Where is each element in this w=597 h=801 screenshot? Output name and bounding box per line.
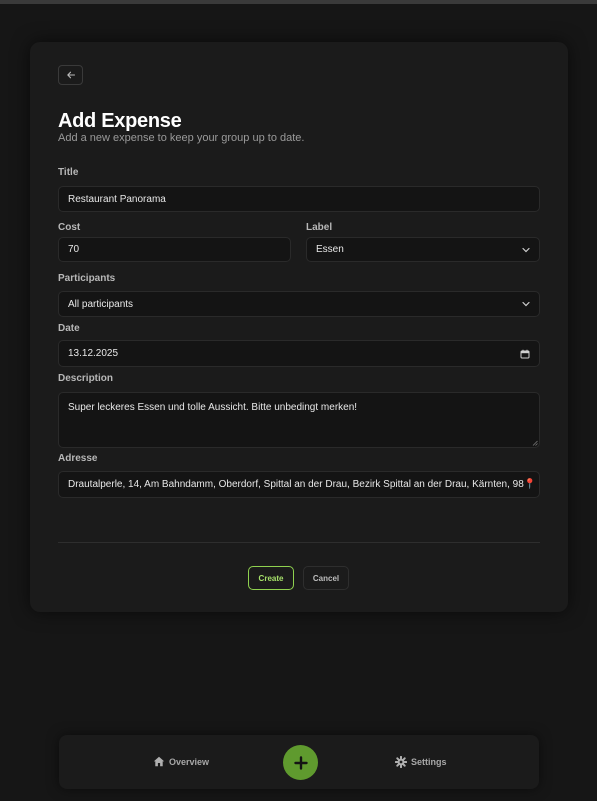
page-title: Add Expense: [58, 110, 182, 132]
form-divider: [58, 542, 540, 543]
cancel-button[interactable]: Cancel: [303, 566, 349, 590]
title-input-value: Restaurant Panorama: [68, 193, 166, 205]
date-input[interactable]: 13.12.2025: [58, 340, 540, 367]
chevron-down-icon: [522, 247, 530, 252]
nav-overview-label: Overview: [169, 756, 210, 767]
nav-overview[interactable]: Overview: [153, 756, 209, 767]
plus-icon: [293, 755, 308, 770]
label-select[interactable]: Essen: [306, 237, 540, 262]
cost-label: Cost: [58, 222, 81, 233]
description-textarea[interactable]: Super leckeres Essen und tolle Aussicht.…: [58, 392, 540, 448]
chevron-down-icon: [522, 301, 530, 307]
title-label: Title: [58, 167, 79, 178]
add-expense-fab[interactable]: [283, 745, 318, 780]
cost-input[interactable]: 70: [58, 237, 291, 262]
gear-icon: [395, 756, 407, 768]
date-input-value: 13.12.2025: [68, 348, 119, 359]
create-button[interactable]: Create: [248, 566, 294, 590]
label-label: Label: [306, 222, 333, 233]
nav-settings[interactable]: Settings: [395, 756, 447, 768]
participants-label: Participants: [58, 273, 116, 284]
add-expense-card: Add Expense Add a new expense to keep yo…: [30, 42, 568, 612]
address-label: Adresse: [58, 453, 98, 464]
nav-settings-label: Settings: [411, 757, 447, 767]
home-icon: [153, 756, 165, 767]
cost-input-value: 70: [68, 244, 80, 255]
calendar-icon[interactable]: [520, 349, 530, 359]
page-subtitle: Add a new expense to keep your group up …: [58, 132, 305, 144]
resize-handle-icon[interactable]: [532, 440, 538, 446]
title-input[interactable]: Restaurant Panorama: [58, 186, 540, 212]
description-label: Description: [58, 373, 114, 384]
participants-select-value: All participants: [68, 298, 134, 310]
description-textarea-value: Super leckeres Essen und tolle Aussicht.…: [68, 402, 358, 413]
address-input[interactable]: Drautalperle, 14, Am Bahndamm, Oberdorf,…: [58, 471, 540, 498]
arrow-left-icon: [66, 71, 75, 79]
participants-select[interactable]: All participants: [58, 291, 540, 317]
label-select-value: Essen: [316, 244, 344, 255]
window-top-edge: [0, 0, 597, 4]
back-button[interactable]: [58, 65, 83, 85]
address-input-value: Drautalperle, 14, Am Bahndamm, Oberdorf,…: [68, 479, 537, 490]
bottom-navbar: Overview Settings: [59, 735, 539, 789]
date-label: Date: [58, 323, 80, 334]
